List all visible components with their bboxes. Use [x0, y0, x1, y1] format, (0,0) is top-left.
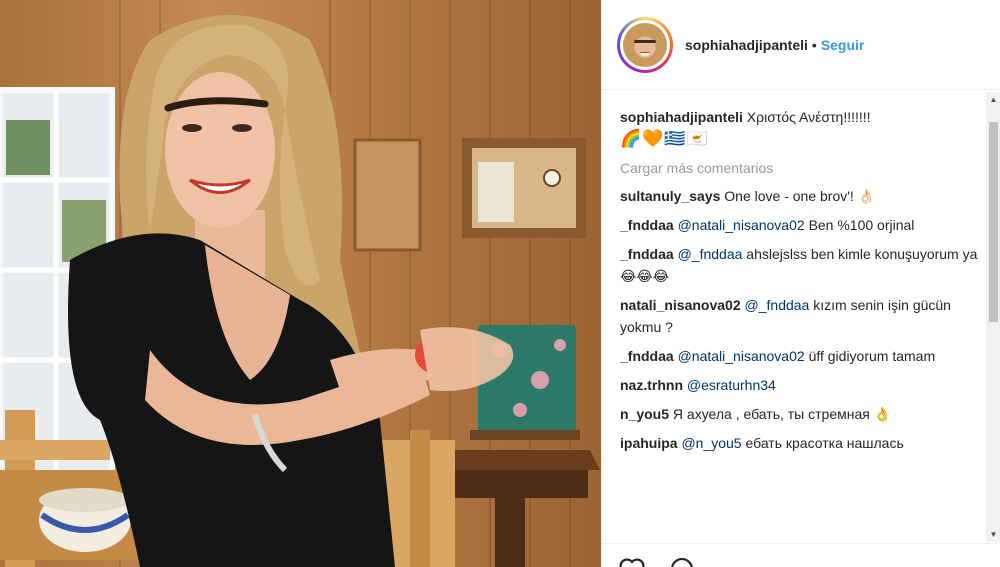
- comment-item: natali_nisanova02 @_fnddaa kızım senin i…: [620, 294, 978, 338]
- comment-username[interactable]: _fnddaa: [620, 217, 674, 233]
- comment-username[interactable]: n_you5: [620, 406, 669, 422]
- comment-item: _fnddaa @natali_nisanova02 Ben %100 orji…: [620, 214, 978, 236]
- comment-item: sultanuly_says One love - one brov'! 👌🏻: [620, 185, 978, 207]
- comments-list[interactable]: sophiahadjipanteli Χριστός Ανέστη!!!!!!!…: [620, 106, 978, 543]
- avatar-brow: [634, 39, 656, 43]
- comment-mention[interactable]: @_fnddaa: [745, 297, 810, 313]
- heart-icon[interactable]: [618, 555, 646, 567]
- scroll-down-icon[interactable]: ▼: [986, 527, 1000, 542]
- comment-text: Я ахуела , ебать, ты стремная 👌: [672, 406, 892, 422]
- comment-text: Ben %100 orjinal: [808, 217, 915, 233]
- comments-scrollbar[interactable]: ▲ ▼: [986, 92, 1000, 542]
- comment-text: One love - one brov'! 👌🏻: [724, 188, 876, 204]
- story-ring[interactable]: [617, 16, 673, 73]
- comment-mention[interactable]: @n_you5: [681, 435, 741, 451]
- avatar-mouth: [640, 51, 650, 56]
- scroll-up-icon[interactable]: ▲: [986, 92, 1000, 107]
- post-side-panel: sophiahadjipanteli • Seguir sophiahadjip…: [601, 0, 1000, 567]
- post-header: sophiahadjipanteli • Seguir: [602, 0, 1000, 90]
- header-username[interactable]: sophiahadjipanteli: [685, 37, 808, 53]
- post-photo[interactable]: [0, 0, 601, 567]
- comment-text: ебать красотка нашлась: [745, 435, 904, 451]
- caption-text: Χριστός Ανέστη!!!!!!!: [746, 109, 871, 125]
- caption-username[interactable]: sophiahadjipanteli: [620, 109, 743, 125]
- load-more-comments-button[interactable]: Cargar más comentarios: [620, 157, 978, 179]
- comment-username[interactable]: sultanuly_says: [620, 188, 720, 204]
- comment-mention[interactable]: @natali_nisanova02: [678, 217, 805, 233]
- comment-text: üff gidiyorum tamam: [808, 348, 936, 364]
- comment-item: _fnddaa @natali_nisanova02 üff gidiyorum…: [620, 345, 978, 367]
- avatar[interactable]: [623, 22, 667, 67]
- photo-illustration: [0, 0, 600, 567]
- comment-username[interactable]: _fnddaa: [620, 348, 674, 364]
- comment-username[interactable]: natali_nisanova02: [620, 297, 741, 313]
- comment-item: naz.trhnn @esraturhn34: [620, 374, 978, 396]
- post-actions-bar: [602, 543, 1000, 567]
- avatar-frame: [620, 19, 670, 70]
- comment-mention[interactable]: @_fnddaa: [678, 246, 743, 262]
- caption-emojis: 🌈🧡🇬🇷🇨🇾: [620, 129, 709, 148]
- comment-item: _fnddaa @_fnddaa ahslejslss ben kimle ko…: [620, 243, 978, 287]
- comment-text: ahslejslss ben kimle konuşuyorum ya 😂😂😂: [620, 246, 978, 284]
- follow-button[interactable]: Seguir: [821, 37, 865, 53]
- comment-item: ipahuipa @n_you5 ебать красотка нашлась: [620, 432, 978, 454]
- scrollbar-thumb[interactable]: [989, 122, 998, 322]
- comment-username[interactable]: naz.trhnn: [620, 377, 683, 393]
- comment-item: n_you5 Я ахуела , ебать, ты стремная 👌: [620, 403, 978, 425]
- header-separator: •: [811, 36, 817, 53]
- comment-mention[interactable]: @esraturhn34: [687, 377, 776, 393]
- caption: sophiahadjipanteli Χριστός Ανέστη!!!!!!!…: [620, 106, 978, 150]
- comment-username[interactable]: ipahuipa: [620, 435, 678, 451]
- comment-icon[interactable]: [668, 555, 696, 567]
- comment-username[interactable]: _fnddaa: [620, 246, 674, 262]
- comment-mention[interactable]: @natali_nisanova02: [678, 348, 805, 364]
